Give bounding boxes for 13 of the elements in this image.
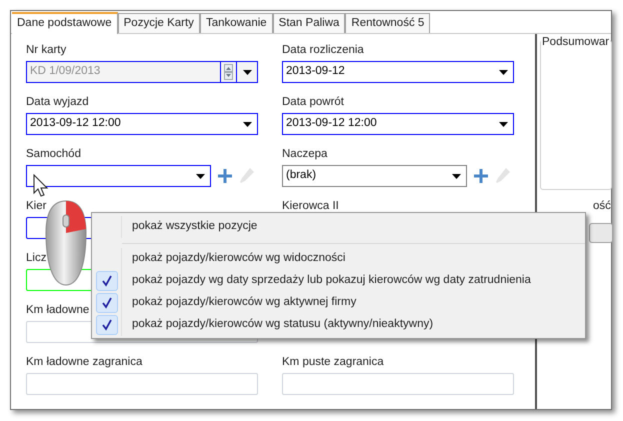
field-label: Data powrót bbox=[282, 95, 344, 109]
field-label: Samochód bbox=[26, 147, 81, 161]
field-label: Km ładowne zagranica bbox=[26, 355, 142, 369]
field-label: Licz bbox=[26, 251, 46, 265]
field-label: Data rozliczenia bbox=[282, 43, 364, 57]
field-label: ość bbox=[593, 199, 611, 214]
field-label: Kier bbox=[26, 199, 46, 213]
field-label: Km puste zagranica bbox=[282, 355, 384, 369]
field-label: Km ładowne bbox=[26, 303, 90, 317]
field-label: Kierowca II bbox=[282, 199, 339, 213]
field-label: Data wyjazd bbox=[26, 95, 89, 109]
field-label: Naczepa bbox=[282, 147, 328, 161]
field-label: Nr karty bbox=[26, 43, 66, 57]
